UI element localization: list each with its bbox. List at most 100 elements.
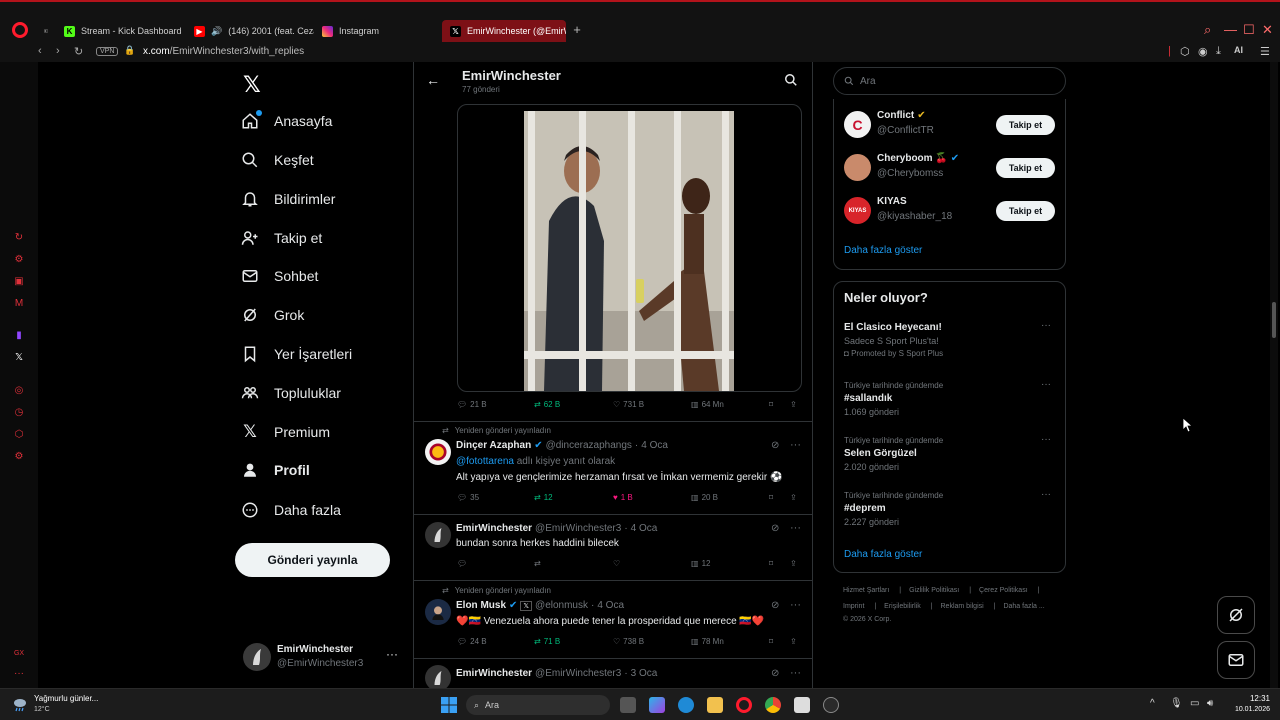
ai-sidebar-icon[interactable]: ⚙ [13, 254, 25, 266]
maximize-icon[interactable]: ☐ [1243, 22, 1255, 38]
vpn-badge[interactable]: VPN [96, 47, 119, 56]
repost-button[interactable]: ⇄ 71 B [534, 637, 560, 646]
avatar[interactable] [425, 665, 451, 688]
nav-item-explore[interactable]: Keşfet [240, 146, 314, 174]
opera-logo-icon[interactable] [12, 22, 28, 38]
more-icon[interactable]: ··· [1041, 434, 1051, 445]
lock-icon[interactable]: 🔒 [124, 45, 135, 56]
messenger-icon[interactable]: M [13, 298, 25, 310]
tweet-date[interactable]: 4 Oca [597, 600, 624, 611]
footer-link[interactable]: Reklam bilgisi [941, 603, 984, 610]
tweet-date[interactable]: 3 Oca [631, 668, 658, 679]
tab-kick[interactable]: K Stream - Kick Dashboard [56, 20, 186, 42]
views-button[interactable]: ▥ 64 Mn [691, 400, 724, 409]
footer-link[interactable]: Imprint [843, 603, 864, 610]
clock-time[interactable]: 12:31 [1240, 694, 1270, 703]
chrome-icon[interactable] [765, 697, 781, 713]
taskbar-search[interactable]: ⌕ Ara [466, 695, 610, 715]
bookmark-icon[interactable]: ⌑ [769, 559, 773, 568]
footer-link[interactable]: Erişilebilirlik [884, 603, 921, 610]
grok-icon[interactable]: ⊘ [771, 523, 779, 534]
gx-icon[interactable]: GX [13, 648, 25, 660]
reload-icon[interactable]: ↻ [74, 45, 83, 58]
tweet-handle[interactable]: @elonmusk [535, 600, 588, 611]
avatar[interactable] [425, 599, 451, 625]
follow-button[interactable]: Takip et [996, 201, 1055, 221]
download-icon[interactable]: ⤓ [1216, 45, 1221, 58]
nav-item-follow[interactable]: Takip et [240, 224, 322, 252]
nav-item-notifications[interactable]: Bildirimler [240, 185, 335, 213]
bookmark-icon[interactable]: ⌑ [769, 637, 773, 646]
footer-link[interactable]: Daha fazla ... [1003, 603, 1044, 610]
chevron-up-icon[interactable]: ^ [1150, 698, 1155, 709]
search-icon[interactable] [784, 73, 798, 92]
network-icon[interactable]: ▭ [1190, 698, 1199, 709]
file-explorer-icon[interactable] [707, 697, 723, 713]
flow-icon[interactable]: ↻ [13, 232, 25, 244]
show-more-link[interactable]: Daha fazla göster [844, 245, 922, 256]
scrollbar-track[interactable] [1270, 62, 1278, 688]
trend-item[interactable]: Türkiye tarihinde gündemde #sallandık 1.… [844, 379, 1059, 417]
workspace-icon[interactable] [36, 20, 56, 42]
search-input[interactable]: Ara [833, 67, 1066, 95]
follow-button[interactable]: Takip et [996, 115, 1055, 135]
like-button[interactable]: ♡ 731 B [613, 400, 644, 409]
x-logo-icon[interactable]: 𝕏 [243, 72, 261, 98]
like-button[interactable]: ♡ [613, 559, 620, 568]
footer-link[interactable]: Hizmet Şartları [843, 587, 889, 594]
views-button[interactable]: ▥ 78 Mn [691, 637, 724, 646]
bookmark-icon[interactable]: ⌑ [769, 493, 773, 502]
more-icon[interactable]: ··· [386, 647, 398, 661]
microphone-icon[interactable]: 🎙︎ [1170, 698, 1183, 709]
tweet-author[interactable]: Elon Musk [456, 600, 506, 611]
app-icon[interactable] [823, 697, 839, 713]
menu-icon[interactable]: ☰ [1260, 45, 1270, 58]
grok-icon[interactable]: ⊘ [771, 668, 779, 679]
nav-item-grok[interactable]: Grok [240, 301, 304, 329]
tab-x-active[interactable]: 𝕏 EmirWinchester (@EmirW [442, 20, 566, 42]
messages-float-button[interactable] [1217, 641, 1255, 679]
url-field[interactable]: x.com/EmirWinchester3/with_replies [143, 46, 304, 57]
follow-suggestion[interactable]: Cheryboom 🍒 ✔ @Cherybomss Takip et [844, 151, 1059, 185]
like-button[interactable]: ♥ 1 B [613, 493, 633, 502]
scrollbar-thumb[interactable] [1272, 302, 1276, 338]
gx-mod-icon[interactable]: ▣ [13, 276, 25, 288]
post-media[interactable] [457, 104, 802, 392]
tab-instagram[interactable]: Instagram [314, 20, 442, 42]
repost-button[interactable]: ⇄ 12 [534, 493, 553, 502]
tweet-date[interactable]: 4 Oca [631, 523, 658, 534]
more-icon[interactable]: ··· [1041, 489, 1051, 500]
nav-item-chat[interactable]: Sohbet [240, 262, 318, 290]
repost-button[interactable]: ⇄ 62 B [534, 400, 560, 409]
avatar[interactable] [425, 439, 451, 465]
search-tabs-icon[interactable]: ⌕ [1204, 22, 1211, 38]
close-icon[interactable]: ✕ [1262, 22, 1273, 38]
share-icon[interactable]: ⇪ [790, 400, 797, 409]
more-icon[interactable]: ··· [790, 522, 801, 534]
nav-item-communities[interactable]: Topluluklar [240, 379, 341, 407]
more-icon[interactable]: ··· [790, 439, 801, 451]
show-more-link[interactable]: Daha fazla göster [844, 549, 922, 560]
grok-float-button[interactable] [1217, 596, 1255, 634]
weather-title[interactable]: Yağmurlu günler... [34, 694, 98, 703]
reply-button[interactable]: 💬︎ 21 B [457, 400, 487, 409]
bookmark-icon[interactable]: ⌑ [769, 400, 773, 409]
new-tab-button[interactable]: + [570, 23, 584, 37]
more-icon[interactable]: ··· [790, 667, 801, 679]
twitch-icon[interactable]: ▮ [13, 330, 25, 342]
reply-button[interactable]: 💬︎ 24 B [457, 637, 487, 646]
repost-button[interactable]: ⇄ [534, 559, 541, 568]
post-button[interactable]: Gönderi yayınla [235, 543, 390, 577]
tweet-handle[interactable]: @dincerazaphangs [546, 440, 632, 451]
views-button[interactable]: ▥ 20 B [691, 493, 718, 502]
widgets-icon[interactable] [649, 697, 665, 713]
clock-date[interactable]: 10.01.2026 [1226, 706, 1270, 713]
trend-item[interactable]: Türkiye tarihinde gündemde Selen Görgüze… [844, 434, 1059, 472]
share-icon[interactable]: ⇪ [790, 493, 797, 502]
profile-icon[interactable]: ◉ [1198, 45, 1208, 58]
like-button[interactable]: ♡ 738 B [613, 637, 644, 646]
nav-item-premium[interactable]: 𝕏 Premium [240, 418, 330, 446]
share-icon[interactable]: ⇪ [790, 559, 797, 568]
back-icon[interactable]: ‹ [38, 45, 42, 57]
tweet-author[interactable]: Dinçer Azaphan [456, 440, 531, 451]
